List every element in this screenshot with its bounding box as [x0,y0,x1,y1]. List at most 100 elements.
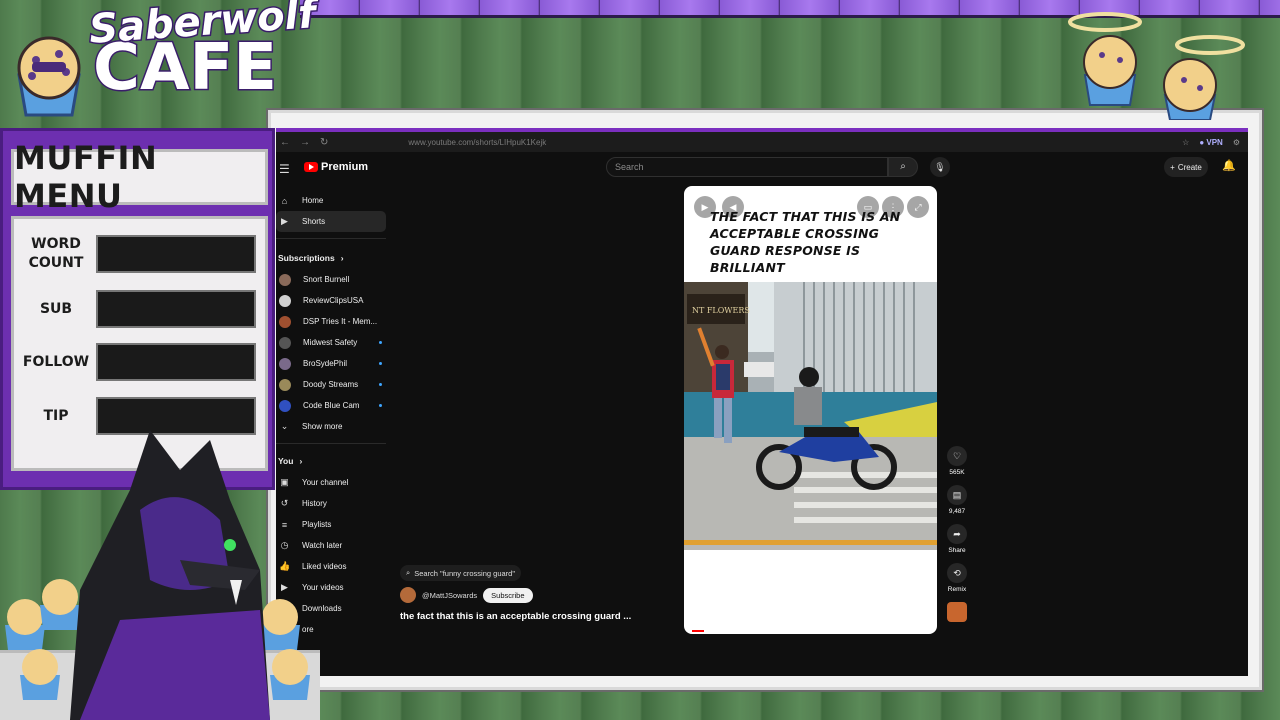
remix-button[interactable]: ⟲ [947,563,967,583]
home-icon: ⌂ [281,195,288,206]
channel-row: @MattJSowards Subscribe [400,587,660,603]
bookmark-star-icon[interactable]: ☆ [1182,138,1189,147]
channel-name[interactable]: @MattJSowards [422,591,477,600]
remix-icon: ⟲ [953,568,961,578]
sidebar-item-subscription[interactable]: ReviewClipsUSA [276,290,386,311]
channel-avatar [279,378,291,391]
subscribe-button[interactable]: Subscribe [483,587,533,603]
reload-icon[interactable]: ↻ [320,137,328,148]
sidebar-item-label: Snort Burnell [303,275,350,284]
sidebar-item-label: Your channel [302,478,349,487]
sidebar-item-home[interactable]: ⌂ Home [276,190,386,211]
sidebar-item-label: DSP Tries It - Mem... [303,317,378,326]
browser-screen: ← → ↻ www.youtube.com/shorts/LIHpuK1Kejk… [276,128,1248,676]
chevron-right-icon: › [340,253,344,263]
channel-avatar [279,399,291,412]
share-button[interactable]: ➦ [947,524,967,544]
video-info: ⌕ Search "funny crossing guard" @MattJSo… [400,565,660,622]
related-search-chip[interactable]: ⌕ Search "funny crossing guard" [400,565,521,581]
voice-search-button[interactable]: 🎙 [930,157,950,177]
comment-icon: ▤ [952,490,962,500]
sidebar-item-subscription[interactable]: BroSydePhil [276,353,386,374]
cafe-logo: Saberwolf CAFE [4,0,319,135]
sidebar-item-label: Show more [302,422,343,431]
video-frame: NT FLOWERS [684,282,937,550]
share-action: ➦ Share [942,524,972,554]
like-button[interactable]: ♡ [947,446,967,466]
hamburger-menu-icon[interactable]: ☰ [279,162,290,176]
channel-avatar [279,336,291,349]
sidebar-item-subscription[interactable]: Snort Burnell [276,269,386,290]
cafe-title: Saberwolf CAFE [86,0,318,102]
notifications-bell-icon[interactable]: 🔔 [1222,159,1236,172]
youtube-play-icon [304,162,318,172]
share-label: Share [948,547,966,554]
menu-title: MUFFIN MENU [11,139,268,215]
video-title[interactable]: the fact that this is an acceptable cros… [400,611,660,622]
channel-avatar[interactable] [400,587,416,603]
remix-action: ⟲ Remix [942,563,972,593]
street-scene-image: NT FLOWERS [684,282,937,550]
angel-muffins-icon [1068,12,1245,120]
search-chip-label: Search "funny crossing guard" [414,568,515,578]
new-content-dot [379,404,382,407]
sidebar-item-subscription[interactable]: Doody Streams [276,374,386,395]
stat-row-word-count: WORD COUNT [22,235,262,273]
logo-text: Premium [321,161,369,173]
wolf-avatar [70,430,270,720]
url-bar[interactable]: www.youtube.com/shorts/LIHpuK1Kejk [408,138,546,147]
subscriptions-label: Subscriptions [278,253,335,263]
stat-value [96,235,256,273]
heart-icon: ♡ [952,451,962,461]
shorts-icon: ▶ [281,216,288,226]
comment-action: ▤ 9,487 [942,485,972,515]
vpn-label: VPN [1206,137,1223,147]
create-button[interactable]: + Create [1164,157,1208,177]
youtube-logo[interactable]: Premium [304,161,368,173]
stat-row-sub: SUB [22,290,262,328]
search-icon: ⌕ [406,568,411,577]
sidebar-item-subscription[interactable]: Midwest Safety [276,332,386,353]
stat-label: FOLLOW [22,353,90,370]
forward-icon[interactable]: → [300,137,310,148]
new-content-dot [379,383,382,386]
new-content-dot [379,341,382,344]
sidebar-item-label: BroSydePhil [303,359,348,368]
remix-label: Remix [947,586,967,593]
sidebar-item-label: Doody Streams [303,380,359,389]
comment-count: 9,487 [948,508,966,515]
channel-avatar [279,273,291,286]
sidebar-item-label: ReviewClipsUSA [303,296,364,305]
stat-row-follow: FOLLOW [22,343,262,381]
sidebar-item-label: Watch later [302,541,343,550]
share-icon: ➦ [953,529,961,539]
like-action: ♡ 565K [942,446,972,476]
sidebar-item-shorts[interactable]: ▶ Shorts [276,211,386,232]
channel-avatar [279,315,291,328]
settings-icon[interactable]: ⚙ [1233,138,1240,147]
vpn-badge[interactable]: ● VPN [1199,138,1223,147]
stat-label: WORD COUNT [28,236,84,271]
search-icon: ⌕ [900,161,906,172]
short-caption: THE FACT THAT THIS IS AN ACCEPTABLE CROS… [710,209,901,275]
sidebar-item-subscription[interactable]: DSP Tries It - Mem... [276,311,386,332]
sidebar-item-label: Home [302,196,324,205]
channel-avatar [279,294,291,307]
search-button[interactable]: ⌕ [888,157,918,177]
search-input[interactable]: Search [606,157,888,177]
browser-toolbar: ← → ↻ www.youtube.com/shorts/LIHpuK1Kejk… [276,132,1248,152]
short-video-player[interactable]: ▶ ◀ ▭ ⋮ ⤢ THE FACT THAT THIS IS AN ACCEP… [684,186,937,634]
short-actions: ♡ 565K ▤ 9,487 ➦ Share ⟲ Remix [942,446,972,622]
create-label: Create [1177,162,1202,172]
stat-value [96,290,256,328]
shop-sign: NT FLOWERS [692,306,750,315]
comment-button[interactable]: ▤ [947,485,967,505]
subscriptions-header[interactable]: Subscriptions › [276,247,386,269]
back-icon[interactable]: ← [280,137,290,148]
sound-thumbnail[interactable] [947,602,967,622]
youtube-header: ☰ Premium Search ⌕ 🎙 + Create 🔔 [276,154,1248,184]
stat-label: TIP [43,407,69,424]
stat-label: SUB [39,300,73,317]
sidebar-item-label: Code Blue Cam [303,401,360,410]
sidebar-item-subscription[interactable]: Code Blue Cam [276,395,386,416]
